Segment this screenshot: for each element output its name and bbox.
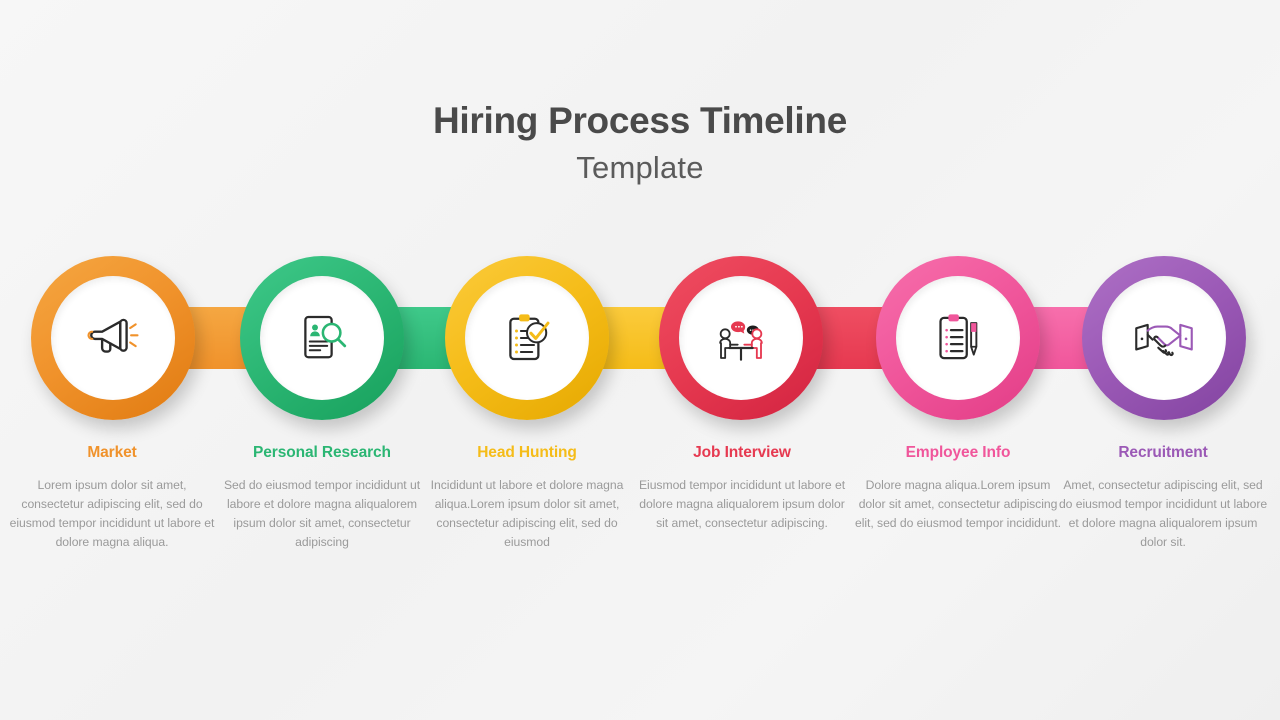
timeline-node-recruitment[interactable] — [1082, 256, 1246, 420]
step-caption-employee-info: Employee Info Dolore magna aliqua.Lorem … — [852, 444, 1064, 533]
timeline-node-job-interview[interactable] — [659, 256, 823, 420]
step-label-recruitment: Recruitment — [1118, 444, 1208, 461]
step-label-job-interview: Job Interview — [693, 444, 791, 461]
step-caption-personal-research: Personal Research Sed do eiusmod tempor … — [216, 444, 428, 552]
timeline-node-employee-info[interactable] — [876, 256, 1040, 420]
clipboard-pen-icon — [876, 256, 1040, 420]
step-caption-head-hunting: Head Hunting Incididunt ut labore et dol… — [421, 444, 633, 552]
interview-icon — [659, 256, 823, 420]
step-label-employee-info: Employee Info — [905, 444, 1011, 461]
step-caption-market: Market Lorem ipsum dolor sit amet, conse… — [6, 444, 218, 552]
step-description-personal-research: Sed do eiusmod tempor incididunt ut labo… — [223, 478, 421, 549]
megaphone-icon — [31, 256, 195, 420]
step-label-head-hunting: Head Hunting — [477, 444, 577, 461]
step-description-employee-info: Dolore magna aliqua.Lorem ipsum dolor si… — [854, 478, 1062, 530]
step-label-market: Market — [87, 444, 137, 461]
timeline-track — [0, 256, 1280, 421]
title-block: Hiring Process Timeline Template — [0, 100, 1280, 186]
timeline-node-head-hunting[interactable] — [445, 256, 609, 420]
step-description-market: Lorem ipsum dolor sit amet, consectetur … — [9, 478, 215, 549]
step-label-personal-research: Personal Research — [253, 444, 391, 461]
resume-search-icon — [240, 256, 404, 420]
timeline-node-market[interactable] — [31, 256, 195, 420]
page-subtitle: Template — [576, 149, 704, 185]
step-description-job-interview: Eiusmod tempor incididunt ut labore et d… — [638, 478, 846, 530]
step-caption-job-interview: Job Interview Eiusmod tempor incididunt … — [636, 444, 848, 533]
timeline-node-personal-research[interactable] — [240, 256, 404, 420]
handshake-icon — [1082, 256, 1246, 420]
page-title: Hiring Process Timeline — [433, 100, 847, 141]
checklist-check-icon — [445, 256, 609, 420]
step-caption-recruitment: Recruitment Amet, consectetur adipiscing… — [1057, 444, 1269, 552]
step-description-recruitment: Amet, consectetur adipiscing elit, sed d… — [1058, 478, 1268, 549]
step-description-head-hunting: Incididunt ut labore et dolore magna ali… — [430, 478, 624, 549]
